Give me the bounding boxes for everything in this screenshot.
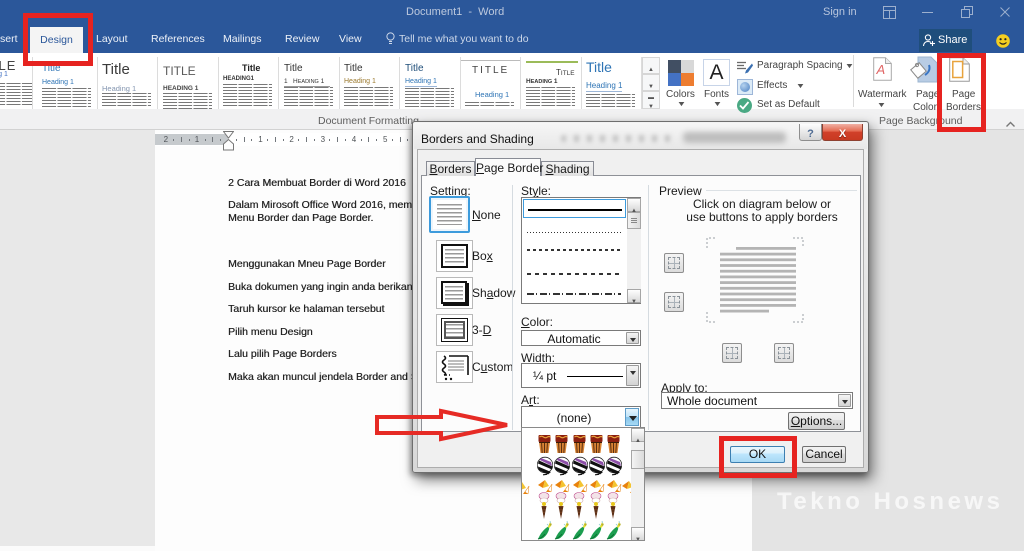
svg-text:A: A [876, 62, 886, 77]
